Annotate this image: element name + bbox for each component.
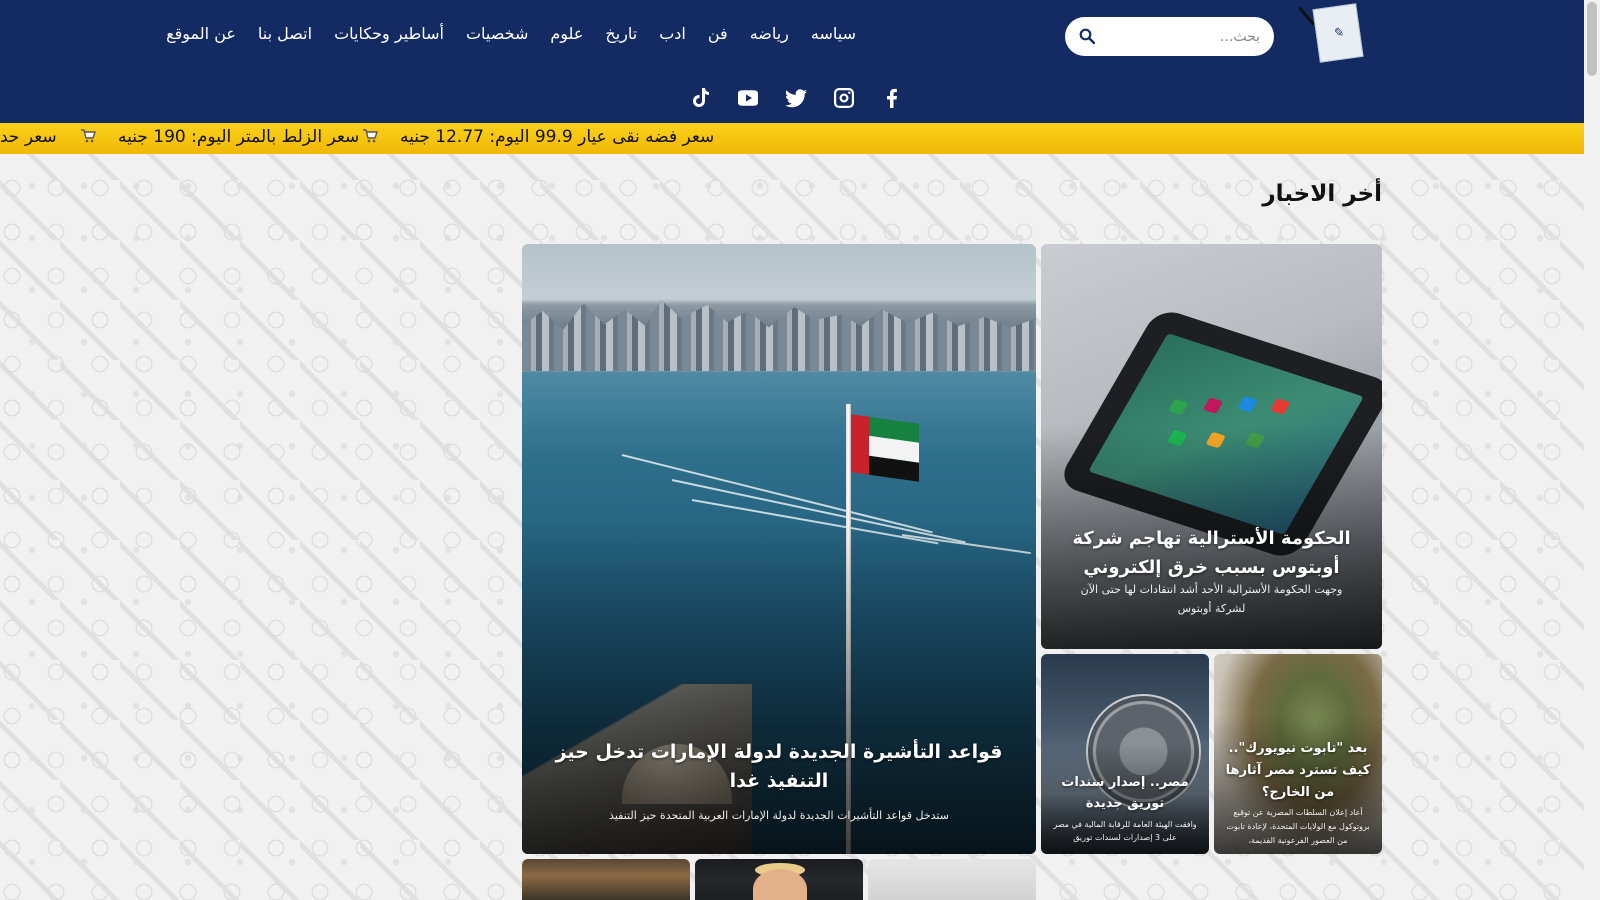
nav-item-about[interactable]: عن الموقع xyxy=(166,24,236,43)
nav-item-contact[interactable]: اتصل بنا xyxy=(258,24,312,43)
nav-item-sports[interactable]: رياضه xyxy=(750,24,789,43)
ticker-item[interactable]: سعر الزلط بالمتر اليوم: 190 جنيه xyxy=(118,127,359,147)
article-card-bonds[interactable]: مصر.. إصدار سندات توريق جديدة وافقت الهي… xyxy=(1041,654,1209,854)
uae-flag-image xyxy=(851,414,919,482)
article-card-thumb[interactable] xyxy=(868,859,1036,900)
article-card-optus[interactable]: الحكومة الأسترالية تهاجم شركة أوبتوس بسب… xyxy=(1041,244,1382,649)
nav-item-history[interactable]: تاريخ xyxy=(605,24,637,43)
article-card-uae[interactable]: قواعد التأشيرة الجديدة لدولة الإمارات تد… xyxy=(522,244,1036,854)
nav-item-personalities[interactable]: شخصيات xyxy=(466,24,528,43)
social-links xyxy=(688,86,904,110)
article-title[interactable]: مصر.. إصدار سندات توريق جديدة xyxy=(1049,772,1201,814)
facebook-icon[interactable] xyxy=(880,86,904,110)
search-icon[interactable] xyxy=(1079,28,1096,45)
article-card-coffin[interactable]: بعد "تابوت نيويورك".. كيف تسترد مصر آثار… xyxy=(1214,654,1382,854)
nav-item-literature[interactable]: ادب xyxy=(659,24,686,43)
site-header: ✎ سياسه رياضه فن ادب تاريخ علوم شخصيات أ… xyxy=(0,0,1584,123)
youtube-icon[interactable] xyxy=(736,86,760,110)
article-excerpt: ستدخل قواعد التأشيرات الجديدة لدولة الإم… xyxy=(609,809,949,822)
news-ticker: سعر فضه نقى عيار 99.9 اليوم: 12.77 جنيه … xyxy=(0,123,1584,154)
cart-icon xyxy=(363,129,378,143)
card-shade xyxy=(522,518,1036,854)
twitter-icon[interactable] xyxy=(784,86,808,110)
ticker-item[interactable]: سعر حد xyxy=(0,127,57,147)
section-title: أخر الاخبار xyxy=(1262,181,1382,207)
scrollbar-thumb[interactable] xyxy=(1587,2,1597,76)
cart-icon xyxy=(81,129,96,143)
article-card-thumb[interactable] xyxy=(522,859,690,900)
article-excerpt: وجهت الحكومة الأسترالية الأحد أشد انتقاد… xyxy=(1080,583,1343,615)
search-input[interactable] xyxy=(1120,28,1260,45)
page-scrollbar[interactable] xyxy=(1584,0,1600,900)
search-box xyxy=(1065,17,1274,56)
tiktok-icon[interactable] xyxy=(688,86,712,110)
skyline-image xyxy=(522,299,1036,371)
nav-item-art[interactable]: فن xyxy=(708,24,728,43)
article-card-thumb[interactable] xyxy=(695,859,863,900)
ticker-item[interactable]: سعر فضه نقى عيار 99.9 اليوم: 12.77 جنيه xyxy=(400,127,714,147)
article-excerpt: أعاد إعلان السلطات المصرية عن توقيع بروت… xyxy=(1226,808,1370,845)
nav-item-science[interactable]: علوم xyxy=(550,24,583,43)
instagram-icon[interactable] xyxy=(832,86,856,110)
article-title[interactable]: الحكومة الأسترالية تهاجم شركة أوبتوس بسب… xyxy=(1071,524,1352,582)
site-logo[interactable]: ✎ xyxy=(1312,3,1364,63)
nav-item-politics[interactable]: سياسه xyxy=(811,24,856,43)
article-title[interactable]: قواعد التأشيرة الجديدة لدولة الإمارات تد… xyxy=(552,738,1006,796)
article-excerpt: وافقت الهيئة العامة للرقابة المالية في م… xyxy=(1053,820,1197,842)
nav-item-myths[interactable]: أساطير وحكايات xyxy=(334,24,444,43)
main-nav: سياسه رياضه فن ادب تاريخ علوم شخصيات أسا… xyxy=(166,24,856,43)
article-title[interactable]: بعد "تابوت نيويورك".. كيف تسترد مصر آثار… xyxy=(1224,738,1372,804)
